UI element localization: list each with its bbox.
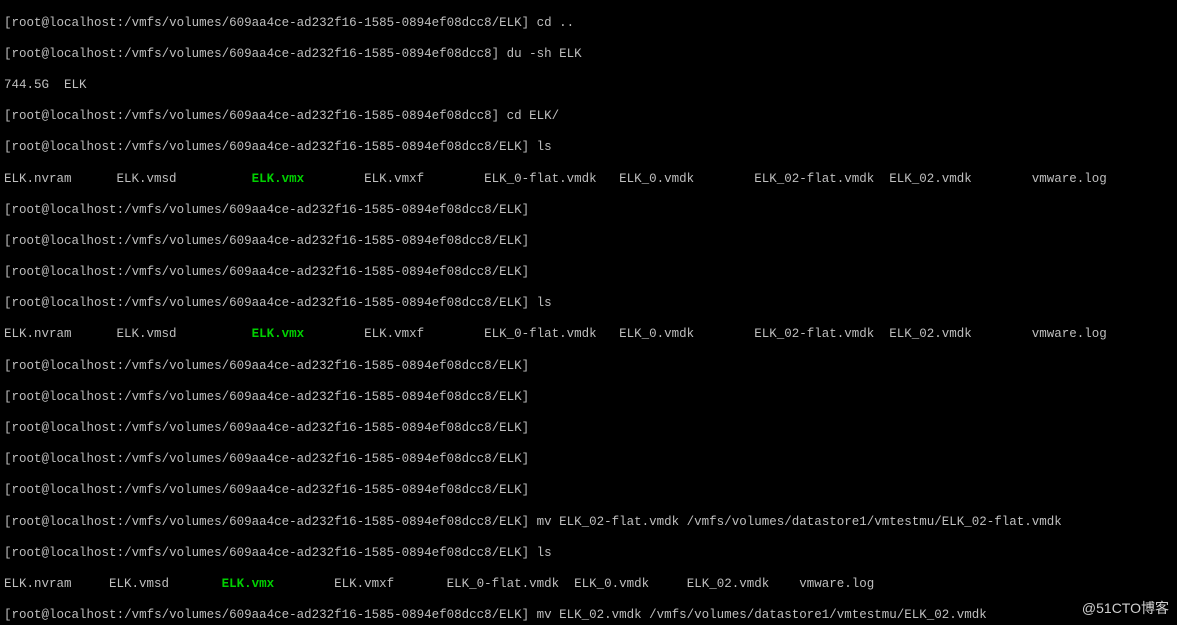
terminal[interactable]: [root@localhost:/vmfs/volumes/609aa4ce-a… [0, 0, 1177, 625]
line-b2: [root@localhost:/vmfs/volumes/609aa4ce-a… [4, 390, 1173, 406]
line-du: [root@localhost:/vmfs/volumes/609aa4ce-a… [4, 47, 1173, 63]
line-ls1-out: ELK.nvram ELK.vmsd ELK.vmx ELK.vmxf ELK_… [4, 172, 1173, 188]
line-b4: [root@localhost:/vmfs/volumes/609aa4ce-a… [4, 452, 1173, 468]
line-cd-up: [root@localhost:/vmfs/volumes/609aa4ce-a… [4, 16, 1173, 32]
line-ls2: [root@localhost:/vmfs/volumes/609aa4ce-a… [4, 296, 1173, 312]
line-b5: [root@localhost:/vmfs/volumes/609aa4ce-a… [4, 483, 1173, 499]
line-ls1: [root@localhost:/vmfs/volumes/609aa4ce-a… [4, 140, 1173, 156]
line-mv2: [root@localhost:/vmfs/volumes/609aa4ce-a… [4, 608, 1173, 624]
line-b3: [root@localhost:/vmfs/volumes/609aa4ce-a… [4, 421, 1173, 437]
line-mv1: [root@localhost:/vmfs/volumes/609aa4ce-a… [4, 515, 1173, 531]
line-a1: [root@localhost:/vmfs/volumes/609aa4ce-a… [4, 203, 1173, 219]
line-a3: [root@localhost:/vmfs/volumes/609aa4ce-a… [4, 265, 1173, 281]
line-du-out: 744.5G ELK [4, 78, 1173, 94]
line-cd-elk: [root@localhost:/vmfs/volumes/609aa4ce-a… [4, 109, 1173, 125]
line-a2: [root@localhost:/vmfs/volumes/609aa4ce-a… [4, 234, 1173, 250]
line-b1: [root@localhost:/vmfs/volumes/609aa4ce-a… [4, 359, 1173, 375]
line-ls2-out: ELK.nvram ELK.vmsd ELK.vmx ELK.vmxf ELK_… [4, 327, 1173, 343]
line-ls3-out: ELK.nvram ELK.vmsd ELK.vmx ELK.vmxf ELK_… [4, 577, 1173, 593]
line-ls3: [root@localhost:/vmfs/volumes/609aa4ce-a… [4, 546, 1173, 562]
watermark: @51CTO博客 [1082, 601, 1169, 617]
